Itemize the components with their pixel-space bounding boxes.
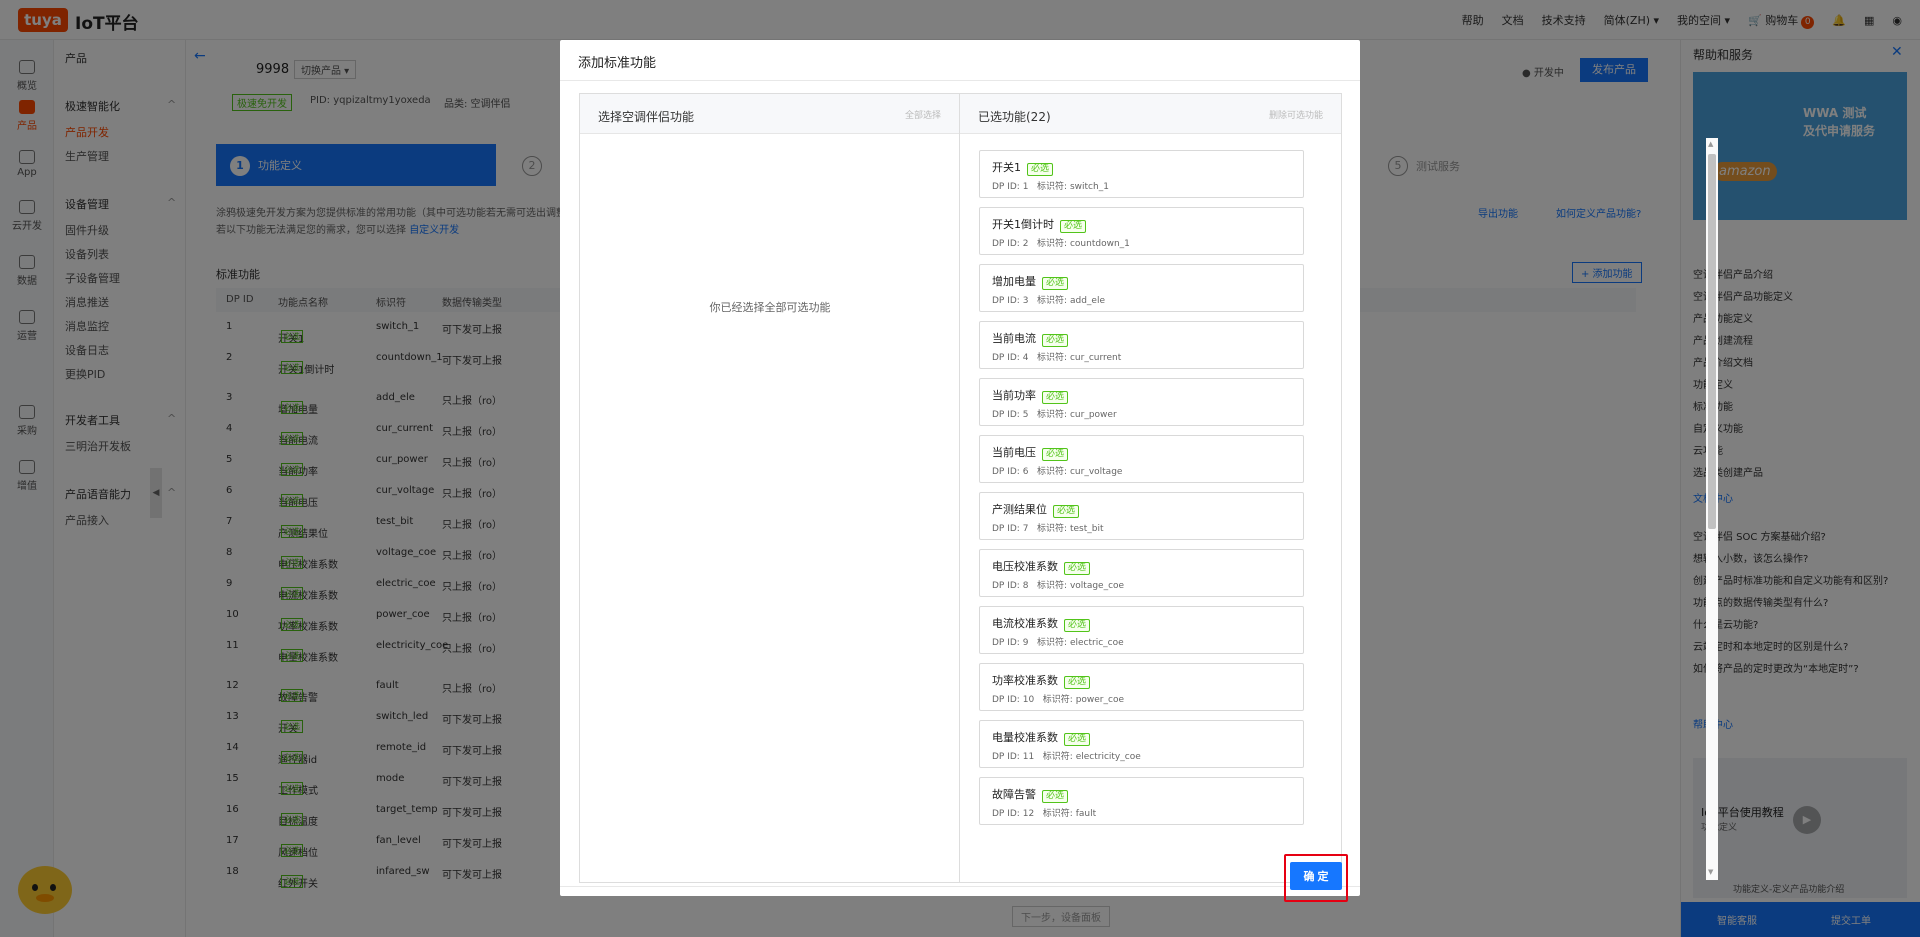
scroll-thumb[interactable]	[1708, 154, 1716, 529]
list-scrollbar[interactable]: ▲ ▼	[1706, 138, 1718, 880]
function-name: 故障告警	[992, 788, 1036, 801]
selected-function-card[interactable]: 电流校准系数 必选 DP ID: 9 标识符: electric_coe	[979, 606, 1304, 654]
confirm-button[interactable]: 确 定	[1290, 862, 1342, 890]
function-name: 当前电流	[992, 332, 1036, 345]
selected-function-card[interactable]: 故障告警 必选 DP ID: 12 标识符: fault	[979, 777, 1304, 825]
available-functions-panel: 选择空调伴侣功能 全部选择 你已经选择全部可选功能	[580, 94, 960, 882]
function-name: 功率校准系数	[992, 674, 1058, 687]
transfer-box: 选择空调伴侣功能 全部选择 你已经选择全部可选功能 已选功能(22) 删除可选功…	[579, 93, 1718, 883]
function-meta: DP ID: 5 标识符: cur_power	[992, 410, 1117, 420]
required-tag: 必选	[1042, 790, 1069, 803]
selected-function-card[interactable]: 当前功率 必选 DP ID: 5 标识符: cur_power	[979, 378, 1304, 426]
function-name: 电量校准系数	[992, 731, 1058, 744]
required-tag: 必选	[1042, 277, 1069, 290]
modal-footer-divider	[560, 886, 1360, 887]
function-meta: DP ID: 8 标识符: voltage_coe	[992, 581, 1125, 591]
scroll-down-arrow: ▼	[1708, 868, 1714, 876]
function-meta: DP ID: 9 标识符: electric_coe	[992, 638, 1124, 648]
function-meta: DP ID: 11 标识符: electricity_coe	[992, 752, 1141, 762]
selected-function-card[interactable]: 当前电流 必选 DP ID: 4 标识符: cur_current	[979, 321, 1304, 369]
selected-function-card[interactable]: 当前电压 必选 DP ID: 6 标识符: cur_voltage	[979, 435, 1304, 483]
remove-optional-link[interactable]: 删除可选功能	[1269, 108, 1323, 121]
function-name: 当前功率	[992, 389, 1036, 402]
selected-header: 已选功能(22) 删除可选功能	[960, 94, 1341, 134]
required-tag: 必选	[1064, 733, 1091, 746]
required-tag: 必选	[1053, 505, 1080, 518]
required-tag: 必选	[1064, 619, 1091, 632]
available-title: 选择空调伴侣功能	[598, 110, 695, 124]
required-tag: 必选	[1042, 391, 1069, 404]
selected-function-card[interactable]: 功率校准系数 必选 DP ID: 10 标识符: power_coe	[979, 663, 1304, 711]
function-meta: DP ID: 7 标识符: test_bit	[992, 524, 1104, 534]
required-tag: 必选	[1060, 220, 1087, 233]
add-standard-function-modal: 添加标准功能 选择空调伴侣功能 全部选择 你已经选择全部可选功能 已选功能(22…	[560, 40, 1718, 902]
required-tag: 必选	[1027, 163, 1054, 176]
function-name: 开关1倒计时	[992, 218, 1054, 231]
selected-function-card[interactable]: 开关1 必选 DP ID: 1 标识符: switch_1	[979, 150, 1304, 198]
selected-title: 已选功能(22)	[978, 110, 1051, 124]
modal-divider	[560, 80, 1360, 81]
function-meta: DP ID: 3 标识符: add_ele	[992, 296, 1105, 306]
function-name: 电压校准系数	[992, 560, 1058, 573]
function-meta: DP ID: 10 标识符: power_coe	[992, 695, 1124, 705]
function-meta: DP ID: 12 标识符: fault	[992, 809, 1097, 819]
function-meta: DP ID: 2 标识符: countdown_1	[992, 239, 1130, 249]
function-name: 当前电压	[992, 446, 1036, 459]
function-name: 增加电量	[992, 275, 1036, 288]
required-tag: 必选	[1064, 676, 1091, 689]
selected-function-card[interactable]: 开关1倒计时 必选 DP ID: 2 标识符: countdown_1	[979, 207, 1304, 255]
function-meta: DP ID: 1 标识符: switch_1	[992, 182, 1109, 192]
required-tag: 必选	[1042, 334, 1069, 347]
select-all-link[interactable]: 全部选择	[905, 108, 941, 121]
function-name: 产测结果位	[992, 503, 1047, 516]
selected-function-card[interactable]: 产测结果位 必选 DP ID: 7 标识符: test_bit	[979, 492, 1304, 540]
selected-function-card[interactable]: 增加电量 必选 DP ID: 3 标识符: add_ele	[979, 264, 1304, 312]
selected-functions-panel: 已选功能(22) 删除可选功能 开关1 必选 DP ID: 1 标识符: switc…	[960, 94, 1718, 882]
empty-message: 你已经选择全部可选功能	[709, 301, 831, 314]
required-tag: 必选	[1064, 562, 1091, 575]
selected-function-list: 开关1 必选 DP ID: 1 标识符: switch_1 开关1倒计时 必选 DP ID…	[960, 134, 1706, 880]
function-meta: DP ID: 6 标识符: cur_voltage	[992, 467, 1123, 477]
selected-function-card[interactable]: 电量校准系数 必选 DP ID: 11 标识符: electricity_coe	[979, 720, 1304, 768]
available-header: 选择空调伴侣功能 全部选择	[580, 94, 959, 134]
function-name: 电流校准系数	[992, 617, 1058, 630]
selected-function-card[interactable]: 电压校准系数 必选 DP ID: 8 标识符: voltage_coe	[979, 549, 1304, 597]
function-meta: DP ID: 4 标识符: cur_current	[992, 353, 1122, 363]
required-tag: 必选	[1042, 448, 1069, 461]
modal-title: 添加标准功能	[578, 56, 657, 71]
function-name: 开关1	[992, 161, 1021, 174]
scroll-up-arrow: ▲	[1708, 140, 1714, 148]
